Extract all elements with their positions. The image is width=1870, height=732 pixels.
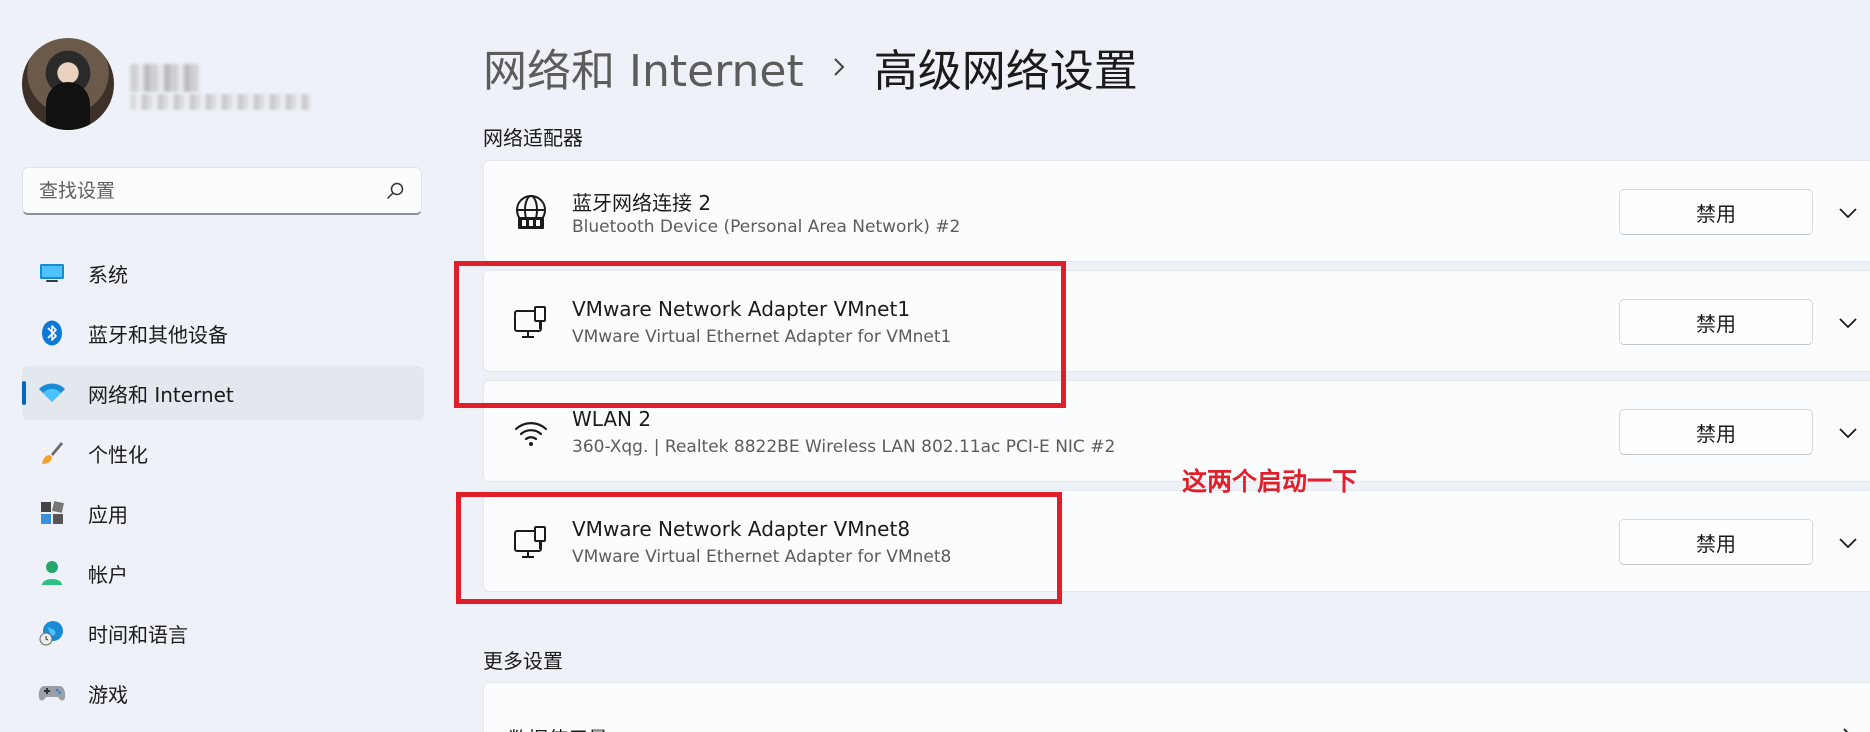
sidebar-item-label: 时间和语言 — [88, 622, 188, 647]
wifi-icon — [514, 422, 548, 446]
adapter-description: Bluetooth Device (Personal Area Network)… — [572, 217, 961, 237]
disable-button[interactable]: 禁用 — [1619, 519, 1813, 565]
data-usage-card[interactable]: 数据使用量 — [483, 682, 1870, 732]
sidebar-item-bluetooth[interactable]: 蓝牙和其他设备 — [22, 306, 424, 360]
sidebar-item-time-language[interactable]: 时间和语言 — [22, 606, 424, 660]
disable-button[interactable]: 禁用 — [1619, 299, 1813, 345]
avatar[interactable] — [22, 38, 114, 130]
sidebar-item-accounts[interactable]: 帐户 — [22, 546, 424, 600]
breadcrumb-parent-link[interactable]: 网络和 Internet — [483, 35, 804, 99]
chevron-down-icon[interactable] — [1836, 311, 1860, 335]
adapter-description: 360-Xqg. | Realtek 8822BE Wireless LAN 8… — [572, 437, 1116, 457]
sidebar-item-label: 游戏 — [88, 682, 128, 707]
brush-icon — [38, 439, 66, 467]
chevron-down-icon[interactable] — [1836, 531, 1860, 555]
sidebar: 系统 蓝牙和其他设备 网络和 Internet — [0, 0, 440, 732]
chevron-right-icon[interactable] — [1836, 725, 1860, 732]
search-input[interactable] — [39, 179, 385, 202]
adapter-name: WLAN 2 — [572, 407, 652, 431]
adapter-card[interactable]: 蓝牙网络连接 2 Bluetooth Device (Personal Area… — [483, 160, 1870, 262]
annotation-highlight-box — [456, 492, 1062, 604]
gamepad-icon — [38, 679, 66, 707]
disable-button[interactable]: 禁用 — [1619, 189, 1813, 235]
globe-clock-icon — [38, 619, 66, 647]
apps-icon — [38, 499, 66, 527]
sidebar-item-label: 应用 — [88, 502, 128, 527]
annotation-highlight-box — [454, 261, 1066, 408]
chevron-down-icon[interactable] — [1836, 201, 1860, 225]
user-email-redacted — [130, 94, 310, 110]
globe-network-icon — [516, 195, 546, 229]
search-box[interactable] — [22, 167, 422, 215]
avatar-figure — [46, 82, 90, 130]
chevron-right-icon — [833, 58, 845, 76]
sidebar-item-label: 网络和 Internet — [88, 382, 234, 407]
sidebar-nav: 系统 蓝牙和其他设备 网络和 Internet 个性化 应用 帐户 时间和语言 … — [22, 246, 424, 726]
sidebar-item-label: 个性化 — [88, 442, 148, 467]
annotation-note: 这两个启动一下 — [1182, 467, 1358, 496]
sidebar-item-system[interactable]: 系统 — [22, 246, 424, 300]
chevron-down-icon[interactable] — [1836, 421, 1860, 445]
user-name-redacted — [130, 64, 200, 92]
breadcrumb: 网络和 Internet 高级网络设置 — [483, 35, 1138, 99]
sidebar-item-label: 系统 — [88, 262, 128, 287]
search-icon[interactable] — [385, 181, 405, 201]
person-icon — [38, 559, 66, 587]
sidebar-item-label: 帐户 — [88, 562, 128, 587]
sidebar-item-network[interactable]: 网络和 Internet — [22, 366, 424, 420]
wifi-icon — [38, 379, 66, 407]
disable-button[interactable]: 禁用 — [1619, 409, 1813, 455]
data-usage-label: 数据使用量 — [508, 723, 608, 732]
monitor-icon — [38, 259, 66, 287]
page-title: 高级网络设置 — [873, 46, 1138, 97]
sidebar-item-label: 蓝牙和其他设备 — [88, 322, 228, 347]
sidebar-item-apps[interactable]: 应用 — [22, 486, 424, 540]
sidebar-item-personalization[interactable]: 个性化 — [22, 426, 424, 480]
section-label-more-settings: 更多设置 — [483, 649, 563, 673]
bluetooth-icon — [38, 319, 66, 347]
section-label-adapters: 网络适配器 — [483, 126, 583, 150]
sidebar-item-gaming[interactable]: 游戏 — [22, 666, 424, 720]
adapter-name: 蓝牙网络连接 2 — [572, 191, 712, 215]
